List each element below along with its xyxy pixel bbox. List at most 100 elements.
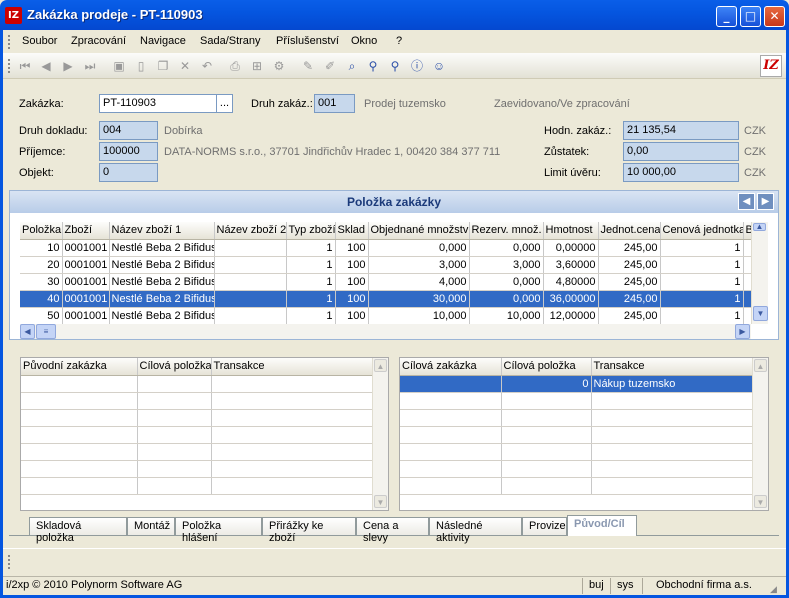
table-cell[interactable]: 10 — [20, 239, 63, 257]
table-cell[interactable]: 12,00000 — [543, 307, 599, 324]
table-cell[interactable] — [214, 273, 287, 291]
prev-record-icon[interactable]: ◀ — [38, 58, 54, 74]
table-cell[interactable] — [591, 409, 755, 427]
table-cell[interactable] — [21, 409, 138, 427]
table-cell[interactable] — [214, 307, 287, 324]
table-cell[interactable] — [501, 460, 592, 478]
table-cell[interactable]: Nestlé Beba 2 Bifidus — [109, 239, 215, 257]
marker-icon[interactable]: ✐ — [322, 58, 338, 74]
undo-icon[interactable]: ↶ — [199, 58, 215, 74]
column-header[interactable]: Zboží — [62, 222, 110, 240]
tab-prirazky[interactable]: Přirážky ke zboží — [262, 517, 356, 544]
table-cell[interactable] — [137, 392, 212, 410]
column-header[interactable]: Cílová položka — [501, 358, 592, 376]
table-cell[interactable] — [137, 460, 212, 478]
table-cell[interactable]: Nestlé Beba 2 Bifidus — [109, 273, 215, 291]
table-cell[interactable] — [21, 443, 138, 461]
table-cell[interactable] — [137, 443, 212, 461]
table-cell[interactable] — [400, 426, 502, 444]
column-header[interactable]: Cílová položka — [137, 358, 212, 376]
table-cell[interactable]: 245,00 — [598, 307, 661, 324]
table-cell[interactable]: 0001001 — [62, 273, 110, 291]
table-cell[interactable] — [211, 426, 375, 444]
menu-zpracovani[interactable]: Zpracování — [71, 35, 126, 47]
column-header[interactable]: B — [743, 222, 751, 240]
table-row[interactable] — [21, 443, 375, 461]
table-cell[interactable]: 1 — [660, 273, 744, 291]
table-cell[interactable]: 1 — [286, 239, 336, 257]
column-header[interactable]: Typ zboží — [286, 222, 336, 240]
table-cell[interactable]: 3,000 — [368, 256, 470, 274]
table-cell[interactable] — [400, 409, 502, 427]
tab-polozka-hlaseni[interactable]: Položka hlášení — [175, 517, 262, 544]
maximize-button[interactable]: □ — [740, 6, 761, 27]
close-button[interactable]: ✕ — [764, 6, 785, 27]
table-cell[interactable] — [137, 375, 212, 393]
table-cell[interactable]: 100 — [335, 307, 369, 324]
table-row[interactable] — [400, 409, 755, 427]
table-cell[interactable] — [211, 409, 375, 427]
table-cell[interactable]: Nestlé Beba 2 Bifidus — [109, 307, 215, 324]
table-cell[interactable]: 20 — [20, 256, 63, 274]
table-cell[interactable] — [591, 426, 755, 444]
table-cell[interactable]: 1 — [286, 256, 336, 274]
minimize-button[interactable]: _ — [716, 6, 737, 27]
menu-help[interactable]: ? — [396, 35, 402, 47]
tab-puvod-cil[interactable]: Původ/Cíl — [567, 515, 637, 536]
table-cell[interactable] — [591, 443, 755, 461]
zakazka-browse-button[interactable]: ... — [216, 94, 233, 113]
table-cell[interactable]: 3,60000 — [543, 256, 599, 274]
table-cell[interactable] — [501, 409, 592, 427]
scroll-up-icon[interactable]: ▲ — [753, 223, 766, 231]
table-cell[interactable]: 1 — [660, 239, 744, 257]
table-cell[interactable] — [501, 443, 592, 461]
items-horizontal-scrollbar[interactable]: ◀ ≡ ▶ — [20, 324, 751, 339]
column-header[interactable]: Transakce — [591, 358, 755, 376]
table-cell[interactable] — [400, 443, 502, 461]
edit-pen-icon[interactable]: ✎ — [300, 58, 316, 74]
scroll-right-icon[interactable]: ▶ — [735, 324, 750, 339]
first-record-icon[interactable]: ⏮ — [17, 58, 33, 74]
table-row[interactable] — [400, 426, 755, 444]
table-cell[interactable] — [400, 460, 502, 478]
table-cell[interactable]: Nestlé Beba 2 Bifidus — [109, 290, 215, 308]
settings-icon[interactable]: ⚙ — [271, 58, 287, 74]
panel-prev-button[interactable]: ◀ — [738, 193, 755, 210]
table-cell[interactable]: 0 — [501, 375, 592, 393]
table-cell[interactable] — [211, 375, 375, 393]
table-cell[interactable]: 4,80000 — [543, 273, 599, 291]
table-cell[interactable]: 245,00 — [598, 273, 661, 291]
column-header[interactable]: Objednané množství — [368, 222, 470, 240]
column-header[interactable]: Sklad — [335, 222, 369, 240]
table-cell[interactable] — [501, 392, 592, 410]
table-cell[interactable]: Nestlé Beba 2 Bifidus — [109, 256, 215, 274]
resize-grip-icon[interactable]: ◢ — [770, 584, 777, 595]
table-cell[interactable]: 30 — [20, 273, 63, 291]
save-icon[interactable]: ▣ — [111, 58, 127, 74]
table-cell[interactable]: 0,000 — [469, 290, 544, 308]
column-header[interactable]: Transakce — [211, 358, 375, 376]
table-cell[interactable] — [21, 460, 138, 478]
table-row[interactable] — [400, 443, 755, 461]
table-row[interactable] — [400, 460, 755, 478]
table-cell[interactable] — [214, 239, 287, 257]
table-row[interactable] — [21, 392, 375, 410]
tab-nasledne-aktivity[interactable]: Následné aktivity — [429, 517, 522, 544]
table-cell[interactable]: 3,000 — [469, 256, 544, 274]
table-cell[interactable]: 245,00 — [598, 256, 661, 274]
table-cell[interactable]: 0,000 — [469, 273, 544, 291]
app-logo-icon[interactable]: IZ — [5, 7, 22, 24]
table-cell[interactable]: 50 — [20, 307, 63, 324]
table-cell[interactable]: 100 — [335, 239, 369, 257]
column-header[interactable]: Cílová zakázka — [400, 358, 502, 376]
table-cell[interactable] — [137, 426, 212, 444]
copy-icon[interactable]: ❐ — [155, 58, 171, 74]
table-cell[interactable] — [743, 239, 751, 257]
table-cell[interactable]: 10,000 — [368, 307, 470, 324]
table-cell[interactable] — [211, 460, 375, 478]
print-icon[interactable]: ⎙ — [227, 58, 243, 74]
items-vertical-scrollbar[interactable]: ▲ ▼ — [751, 222, 768, 324]
table-cell[interactable]: 1 — [286, 307, 336, 324]
table-row[interactable] — [21, 426, 375, 444]
scroll-thumb[interactable]: ≡ — [36, 324, 56, 339]
